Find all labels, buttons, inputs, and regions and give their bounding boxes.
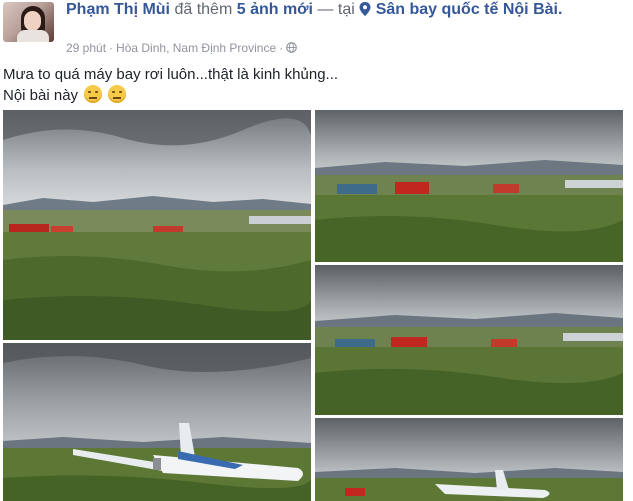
avatar[interactable]	[3, 2, 54, 42]
post-photo-1[interactable]	[3, 110, 311, 340]
post-header: Phạm Thị Mùi đã thêm 5 ảnh mới — tại Sân…	[66, 0, 626, 20]
photo-count-link[interactable]: 5 ảnh mới	[237, 1, 313, 18]
confused-face-emoji-icon	[84, 85, 103, 103]
post-photo-4[interactable]	[3, 343, 311, 501]
facebook-post: Phạm Thị Mùi đã thêm 5 ảnh mới — tại Sân…	[0, 0, 633, 501]
globe-icon[interactable]	[286, 42, 297, 53]
caption-line-1: Mưa to quá máy bay rơi luôn...thật là ki…	[3, 66, 339, 83]
post-caption: Mưa to quá máy bay rơi luôn...thật là ki…	[3, 65, 338, 106]
action-prefix: đã thêm	[174, 1, 233, 18]
location-link[interactable]: Hòa Dinh, Nam Định Province	[116, 41, 276, 55]
post-meta: 29 phút · Hòa Dinh, Nam Định Province ·	[66, 40, 297, 56]
post-photo-3[interactable]	[315, 265, 623, 415]
post-photo-2[interactable]	[315, 110, 623, 262]
location-separator: — tại	[317, 1, 355, 18]
post-photo-5[interactable]	[315, 418, 623, 501]
timestamp[interactable]: 29 phút	[66, 41, 106, 55]
map-pin-icon	[359, 2, 371, 16]
author-name[interactable]: Phạm Thị Mùi	[66, 1, 170, 18]
confused-face-emoji-icon	[108, 85, 127, 103]
place-link[interactable]: Sân bay quốc tế Nội Bài.	[376, 1, 563, 18]
caption-line-2: Nội bài này	[3, 85, 338, 106]
caption-line-2-text: Nội bài này	[3, 87, 79, 104]
